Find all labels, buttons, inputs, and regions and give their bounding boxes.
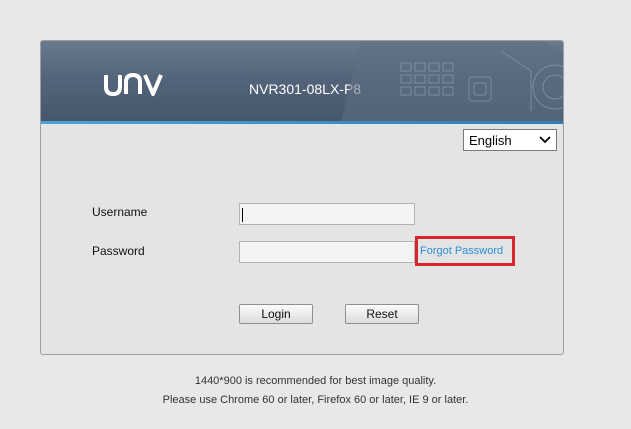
header-banner: NVR301-08LX-P8 (41, 41, 563, 121)
username-input[interactable] (239, 203, 415, 225)
language-select-value: English (469, 133, 512, 148)
brand-logo (103, 69, 165, 107)
header-accent-line (41, 121, 563, 124)
login-panel: NVR301-08LX-P8 English Username Password… (40, 40, 564, 355)
resolution-note: 1440*900 is recommended for best image q… (194, 375, 437, 387)
browser-note: Please use Chrome 60 or later, Firefox 6… (162, 394, 469, 406)
password-label: Password (92, 244, 145, 258)
password-input[interactable] (239, 241, 415, 263)
chevron-down-icon (539, 136, 551, 144)
forgot-password-link[interactable]: Forgot Password (420, 245, 503, 257)
unv-logo-mark (104, 72, 163, 97)
username-label: Username (92, 205, 148, 219)
text-caret (242, 208, 243, 222)
login-button[interactable]: Login (239, 304, 313, 324)
reset-button[interactable]: Reset (345, 304, 419, 324)
nvr-device-illustration (341, 41, 563, 121)
language-select[interactable]: English (463, 129, 557, 151)
